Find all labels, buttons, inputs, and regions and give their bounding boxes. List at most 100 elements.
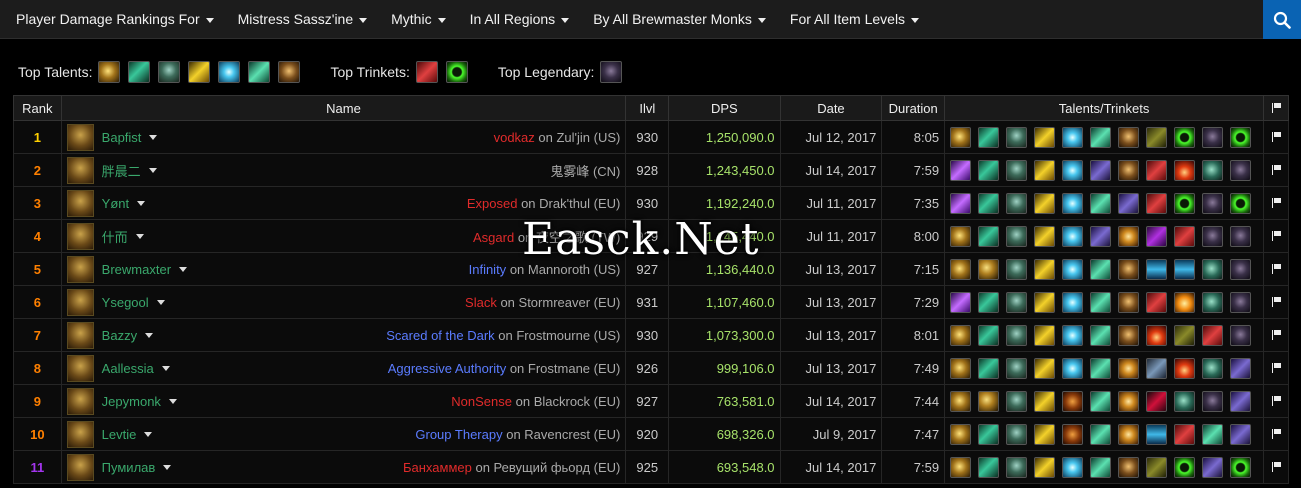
ring-icon[interactable]	[1230, 192, 1252, 214]
shadow-icon[interactable]	[1230, 258, 1252, 280]
violet-icon[interactable]	[1230, 423, 1252, 445]
blue-icon[interactable]	[1146, 258, 1168, 280]
green-icon[interactable]	[978, 423, 1000, 445]
olive-icon[interactable]	[1174, 324, 1196, 346]
flag-icon[interactable]	[1271, 263, 1281, 274]
gold-icon[interactable]	[950, 456, 972, 478]
flag-icon[interactable]	[1271, 131, 1281, 142]
steel-icon[interactable]	[1146, 357, 1168, 379]
flag-icon[interactable]	[1271, 461, 1281, 472]
player-name-link[interactable]: Aallessia	[102, 361, 154, 376]
chevron-down-icon[interactable]	[148, 167, 157, 173]
red-icon[interactable]	[1146, 192, 1168, 214]
violet-icon[interactable]	[1118, 192, 1140, 214]
eye-icon[interactable]	[1118, 390, 1140, 412]
fire-icon[interactable]	[1146, 324, 1168, 346]
yellow-icon[interactable]	[1034, 324, 1056, 346]
green-icon[interactable]	[978, 159, 1000, 181]
sphere-icon[interactable]	[1202, 357, 1224, 379]
brown-icon[interactable]	[1118, 258, 1140, 280]
cyan-icon[interactable]	[1062, 225, 1084, 247]
cyan-icon[interactable]	[218, 61, 241, 83]
player-name-link[interactable]: Пумилав	[102, 460, 156, 475]
menu-encounter[interactable]: Mistress Sassz'ine	[226, 11, 379, 27]
header-duration[interactable]: Duration	[881, 95, 946, 121]
green-icon[interactable]	[978, 357, 1000, 379]
sphere-icon[interactable]	[1202, 258, 1224, 280]
shadow-icon[interactable]	[1230, 225, 1252, 247]
chevron-down-icon[interactable]	[137, 200, 146, 206]
monk-icon[interactable]	[1006, 357, 1028, 379]
sphere-icon[interactable]	[1174, 390, 1196, 412]
guild-name-link[interactable]: NonSense	[451, 394, 512, 409]
swirl-icon[interactable]	[978, 258, 1000, 280]
header-dps[interactable]: DPS	[668, 95, 781, 121]
monk-icon[interactable]	[1006, 291, 1028, 313]
olive-icon[interactable]	[1146, 126, 1168, 148]
eye-icon[interactable]	[1118, 423, 1140, 445]
red-icon[interactable]	[1146, 159, 1168, 181]
jade-icon[interactable]	[248, 61, 271, 83]
player-name-link[interactable]: Bazzy	[102, 328, 137, 343]
violet-icon[interactable]	[1090, 159, 1112, 181]
chevron-down-icon[interactable]	[163, 464, 172, 470]
menu-region[interactable]: In All Regions	[458, 11, 582, 27]
fire-icon[interactable]	[1174, 159, 1196, 181]
ring-icon[interactable]	[1174, 192, 1196, 214]
tiger-icon[interactable]	[1062, 423, 1084, 445]
menu-item-level[interactable]: For All Item Levels	[778, 11, 931, 27]
cyan-icon[interactable]	[1062, 192, 1084, 214]
cyan-icon[interactable]	[1062, 126, 1084, 148]
jade-icon[interactable]	[1090, 357, 1112, 379]
orange-icon[interactable]	[1174, 291, 1196, 313]
red-icon[interactable]	[415, 61, 438, 83]
brown-icon[interactable]	[1118, 324, 1140, 346]
header-date[interactable]: Date	[779, 95, 883, 121]
flag-icon[interactable]	[1271, 395, 1281, 406]
yellow-icon[interactable]	[1034, 291, 1056, 313]
gold-icon[interactable]	[950, 423, 972, 445]
brown-icon[interactable]	[1118, 126, 1140, 148]
chevron-down-icon[interactable]	[144, 431, 153, 437]
violet-icon[interactable]	[1230, 357, 1252, 379]
guild-name-link[interactable]: Exposed	[467, 196, 518, 211]
green-icon[interactable]	[978, 192, 1000, 214]
guild-name-link[interactable]: Infinity	[469, 262, 507, 277]
chevron-down-icon[interactable]	[149, 134, 158, 140]
ring-icon[interactable]	[1174, 456, 1196, 478]
shadow-icon[interactable]	[1230, 159, 1252, 181]
shadow-icon[interactable]	[1202, 390, 1224, 412]
yellow-icon[interactable]	[1034, 258, 1056, 280]
yellow-icon[interactable]	[1034, 423, 1056, 445]
flag-icon[interactable]	[1271, 296, 1281, 307]
tiger-icon[interactable]	[1062, 390, 1084, 412]
chevron-down-icon[interactable]	[161, 365, 170, 371]
yellow-icon[interactable]	[1034, 192, 1056, 214]
shadow-icon[interactable]	[1202, 192, 1224, 214]
red-icon[interactable]	[1174, 225, 1196, 247]
green-icon[interactable]	[978, 324, 1000, 346]
cyan-icon[interactable]	[1062, 324, 1084, 346]
player-name-link[interactable]: Yønt	[102, 196, 129, 211]
green-icon[interactable]	[978, 126, 1000, 148]
yellow-icon[interactable]	[1034, 126, 1056, 148]
guild-name-link[interactable]: Scared of the Dark	[386, 328, 494, 343]
shadow-icon[interactable]	[1202, 225, 1224, 247]
monk-icon[interactable]	[1006, 126, 1028, 148]
yellow-icon[interactable]	[188, 61, 211, 83]
brown-icon[interactable]	[278, 61, 301, 83]
monk-icon[interactable]	[1006, 225, 1028, 247]
guild-name-link[interactable]: Банхаммер	[403, 460, 472, 475]
shadow-icon[interactable]	[1230, 324, 1252, 346]
purple-icon[interactable]	[950, 291, 972, 313]
jade-icon[interactable]	[1202, 423, 1224, 445]
monk-icon[interactable]	[158, 61, 181, 83]
brown-icon[interactable]	[1118, 291, 1140, 313]
player-name-link[interactable]: Levtie	[102, 427, 137, 442]
gold-icon[interactable]	[950, 258, 972, 280]
chevron-down-icon[interactable]	[145, 332, 154, 338]
player-name-link[interactable]: Brewmaxter	[102, 262, 171, 277]
yellow-icon[interactable]	[1034, 225, 1056, 247]
purple-icon[interactable]	[950, 192, 972, 214]
crimson-icon[interactable]	[1146, 390, 1168, 412]
